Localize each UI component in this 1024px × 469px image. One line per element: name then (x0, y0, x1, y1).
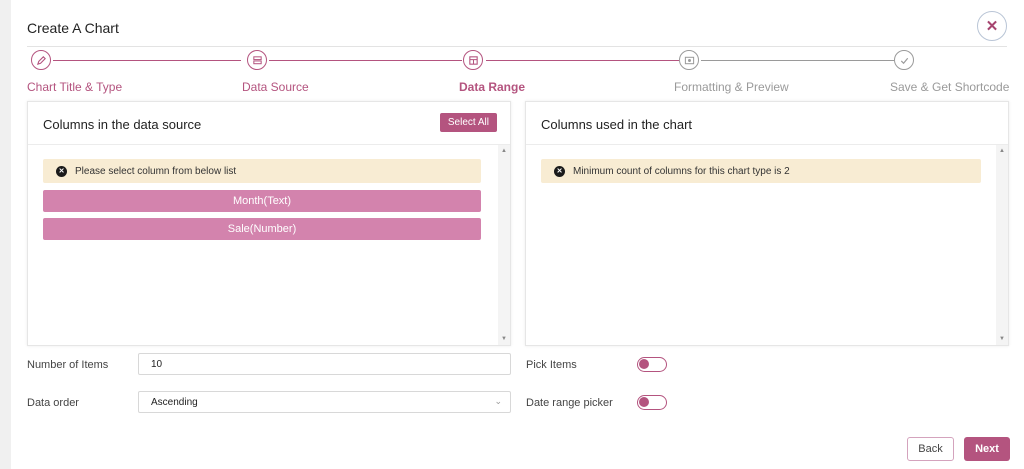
panel-title: Columns in the data source (43, 117, 202, 132)
step-data-source[interactable] (247, 50, 267, 70)
column-item-sale[interactable]: Sale(Number) (43, 218, 481, 240)
scroll-down-icon[interactable]: ▼ (999, 336, 1005, 342)
preview-icon (684, 56, 694, 64)
scrollbar[interactable]: ▲ ▼ (996, 145, 1008, 345)
step-formatting-preview[interactable] (679, 50, 699, 70)
step-connector (53, 60, 241, 61)
select-value: Ascending (151, 396, 198, 408)
next-button[interactable]: Next (964, 437, 1010, 461)
panel-title: Columns used in the chart (541, 117, 693, 132)
number-of-items-label: Number of Items (27, 359, 109, 371)
error-icon: ✕ (554, 165, 565, 177)
step-label[interactable]: Data Range (459, 80, 525, 94)
number-of-items-input[interactable]: 10 (138, 353, 511, 375)
scrollbar[interactable]: ▲ ▼ (498, 145, 510, 345)
error-icon: ✕ (56, 165, 67, 177)
step-chart-title-type[interactable] (31, 50, 51, 70)
min-columns-alert: ✕ Minimum count of columns for this char… (541, 159, 981, 183)
step-label[interactable]: Formatting & Preview (674, 80, 789, 94)
header-divider (27, 46, 1007, 47)
toggle-knob (639, 397, 649, 407)
source-columns-panel: Columns in the data source Select All ✕ … (27, 101, 511, 346)
database-icon (252, 55, 262, 64)
chevron-down-icon: ⌄ (494, 396, 502, 406)
step-label[interactable]: Data Source (242, 80, 309, 94)
column-item-month[interactable]: Month(Text) (43, 190, 481, 212)
create-chart-dialog: Create A Chart ✕ Chart Title & Type Data… (11, 0, 1024, 469)
data-order-select[interactable]: Ascending ⌄ (138, 391, 511, 413)
close-icon: ✕ (985, 18, 999, 35)
scroll-up-icon[interactable]: ▲ (501, 148, 507, 154)
back-button[interactable]: Back (907, 437, 954, 461)
chart-columns-panel: Columns used in the chart ✕ Minimum coun… (525, 101, 1009, 346)
alert-text: Minimum count of columns for this chart … (573, 165, 790, 177)
panel-header: Columns in the data source Select All (28, 102, 510, 145)
date-range-label: Date range picker (526, 397, 613, 409)
alert-text: Please select column from below list (75, 165, 237, 177)
pick-items-label: Pick Items (526, 359, 577, 371)
pencil-icon (36, 55, 46, 65)
close-button[interactable]: ✕ (977, 11, 1007, 41)
input-value: 10 (151, 358, 163, 370)
step-connector (486, 60, 679, 61)
step-save-shortcode[interactable] (894, 50, 914, 70)
step-label[interactable]: Save & Get Shortcode (890, 80, 1009, 94)
panel-header: Columns used in the chart (526, 102, 1008, 145)
step-label[interactable]: Chart Title & Type (27, 80, 122, 94)
date-range-toggle[interactable] (637, 395, 667, 410)
toggle-knob (639, 359, 649, 369)
step-connector (269, 60, 462, 61)
select-all-button[interactable]: Select All (439, 113, 497, 132)
check-icon (900, 57, 908, 64)
select-column-alert: ✕ Please select column from below list (43, 159, 481, 183)
scroll-down-icon[interactable]: ▼ (501, 336, 507, 342)
table-icon (468, 55, 478, 65)
data-order-label: Data order (27, 397, 79, 409)
scroll-up-icon[interactable]: ▲ (999, 148, 1005, 154)
dialog-title: Create A Chart (27, 20, 119, 36)
pick-items-toggle[interactable] (637, 357, 667, 372)
step-data-range[interactable] (463, 50, 483, 70)
step-connector (701, 60, 894, 61)
